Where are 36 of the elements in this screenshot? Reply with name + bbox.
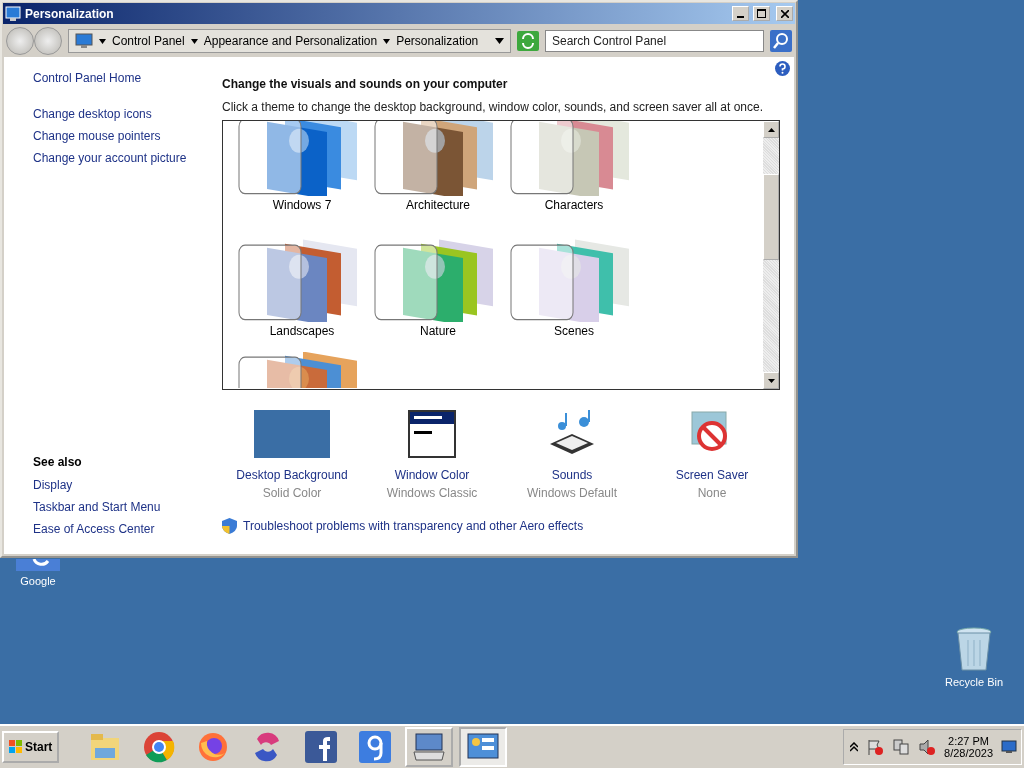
sidebar-link[interactable]: Change mouse pointers bbox=[33, 129, 222, 143]
theme-name[interactable]: Architecture bbox=[406, 198, 470, 212]
sidebar-link[interactable]: Taskbar and Start Menu bbox=[33, 500, 222, 514]
setting-value: None bbox=[697, 486, 727, 500]
window-title: Personalization bbox=[25, 6, 115, 21]
sidebar-link[interactable]: Change your account picture bbox=[33, 151, 222, 165]
sidebar-link[interactable]: Display bbox=[33, 478, 222, 492]
clock-time[interactable]: 2:27 PM bbox=[948, 735, 989, 747]
theme-name[interactable]: Scenes bbox=[554, 324, 594, 338]
theme-name[interactable]: Windows 7 bbox=[272, 198, 332, 212]
see-also-heading: See also bbox=[33, 455, 83, 469]
clock-date[interactable]: 8/28/2023 bbox=[944, 747, 993, 759]
breadcrumb[interactable]: Personalization bbox=[396, 34, 479, 48]
sidebar-link[interactable]: Ease of Access Center bbox=[33, 522, 222, 536]
theme-name[interactable]: Characters bbox=[544, 198, 604, 212]
setting-value: Windows Default bbox=[526, 486, 617, 500]
setting-value: Solid Color bbox=[262, 486, 322, 500]
setting-value: Windows Classic bbox=[386, 486, 478, 500]
theme-name[interactable]: Landscapes bbox=[269, 324, 335, 338]
setting-link[interactable]: Sounds bbox=[551, 468, 593, 482]
theme-name[interactable]: Nature bbox=[420, 324, 456, 338]
start-button[interactable]: Start bbox=[2, 731, 60, 763]
desktop-icon-label[interactable]: Google bbox=[20, 575, 56, 587]
breadcrumb[interactable]: Appearance and Personalization bbox=[203, 34, 378, 48]
desktop-icon-label[interactable]: Recycle Bin bbox=[944, 676, 1004, 688]
troubleshoot-link[interactable]: Troubleshoot problems with transparency and other Aero effects bbox=[243, 519, 584, 533]
address-bar[interactable]: Control Panel Appearance and Personalization Personalization bbox=[68, 29, 511, 53]
setting-link[interactable]: Window Color bbox=[394, 468, 470, 482]
setting-link[interactable]: Screen Saver bbox=[675, 468, 749, 482]
search-field[interactable]: Search Control Panel bbox=[545, 30, 764, 52]
sidebar-link[interactable]: Change desktop icons bbox=[33, 107, 222, 121]
breadcrumb[interactable]: Control Panel bbox=[112, 34, 185, 48]
setting-link[interactable]: Desktop Background bbox=[236, 468, 348, 482]
page-description: Click a theme to change the desktop background, window color, sounds, and screen saver all at once. bbox=[222, 100, 764, 114]
page-heading: Change the visuals and sounds on your computer bbox=[222, 77, 509, 91]
sidebar-link[interactable]: Control Panel Home bbox=[33, 71, 222, 85]
